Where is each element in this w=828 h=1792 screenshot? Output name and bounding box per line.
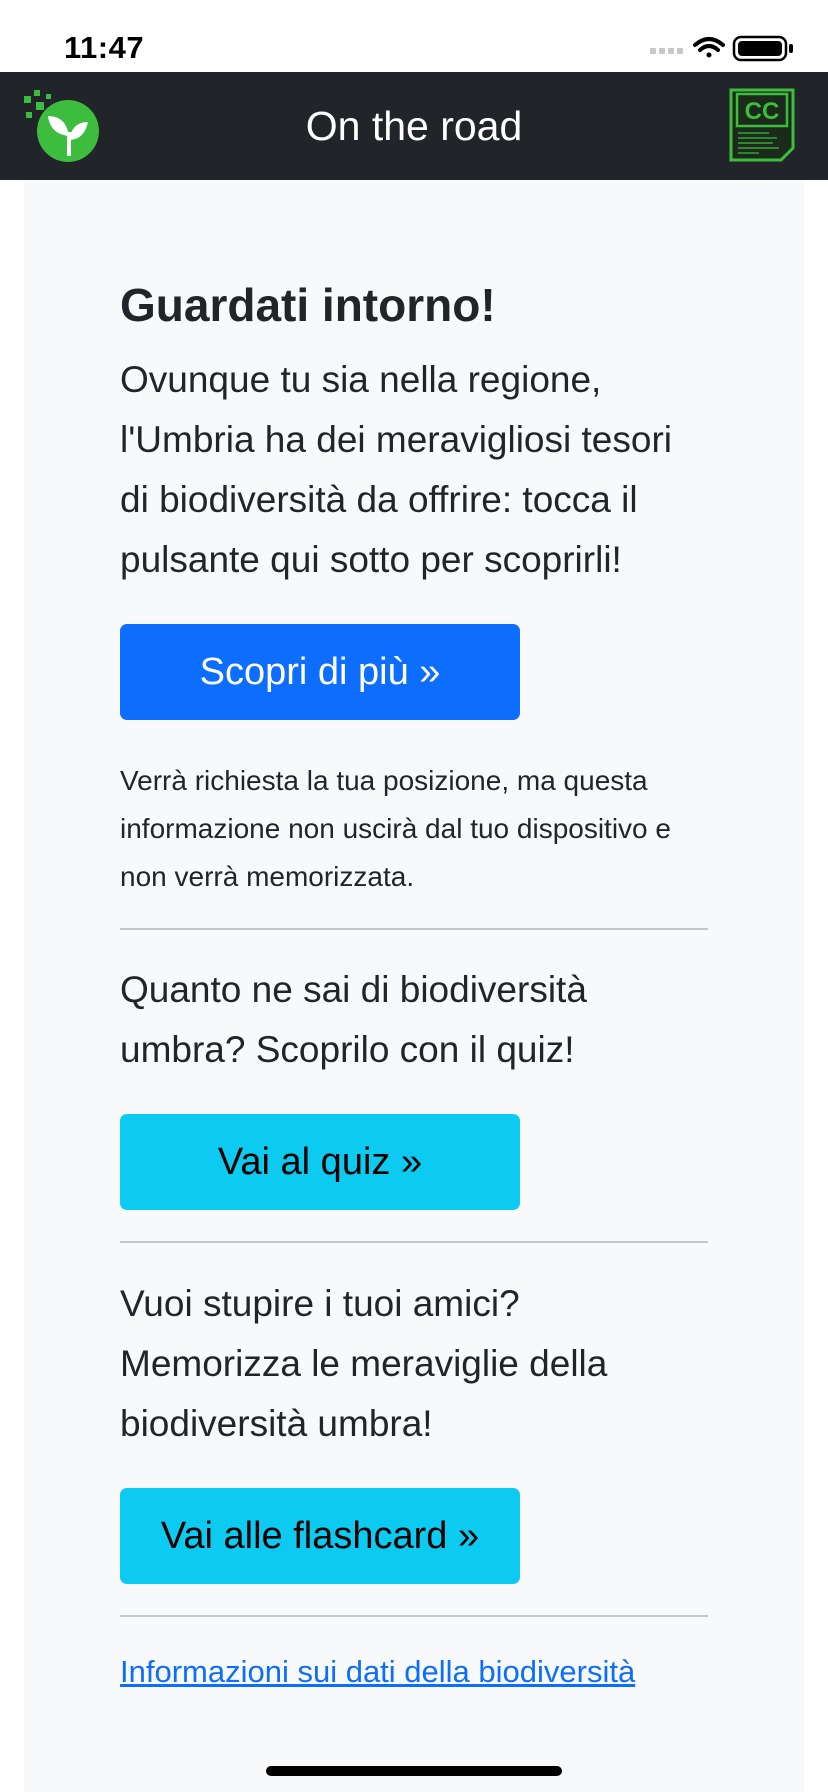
location-note: Verrà richiesta la tua posizione, ma que…	[120, 765, 671, 892]
discover-button[interactable]: Scopri di più »	[120, 624, 520, 720]
battery-icon	[732, 35, 793, 62]
flashcard-button[interactable]: Vai alle flashcard »	[120, 1488, 520, 1584]
quiz-text: Quanto ne sai di biodiversità umbra? Sco…	[120, 969, 587, 1070]
quiz-button[interactable]: Vai al quiz »	[120, 1114, 520, 1210]
biodiversity-info-link[interactable]: Informazioni sui dati della biodiversità	[120, 1652, 635, 1692]
divider	[120, 928, 708, 930]
cc-badge-icon[interactable]: CC	[729, 88, 795, 162]
cellular-icon	[650, 48, 683, 54]
status-icons	[650, 34, 796, 64]
navbar: On the road CC	[0, 72, 828, 180]
wifi-icon	[693, 37, 725, 58]
divider	[120, 1615, 708, 1617]
status-time: 11:47	[64, 30, 145, 65]
svg-text:CC: CC	[745, 98, 780, 125]
home-indicator[interactable]	[266, 1766, 562, 1776]
nav-title: On the road	[305, 103, 523, 149]
intro-text: Ovunque tu sia nella regione, l'Umbria h…	[120, 359, 672, 580]
status-bar: 11:47	[0, 0, 828, 72]
page-heading: Guardati intorno!	[120, 279, 496, 331]
flashcard-text: Vuoi stupire i tuoi amici? Memorizza le …	[120, 1283, 608, 1444]
divider	[120, 1241, 708, 1243]
